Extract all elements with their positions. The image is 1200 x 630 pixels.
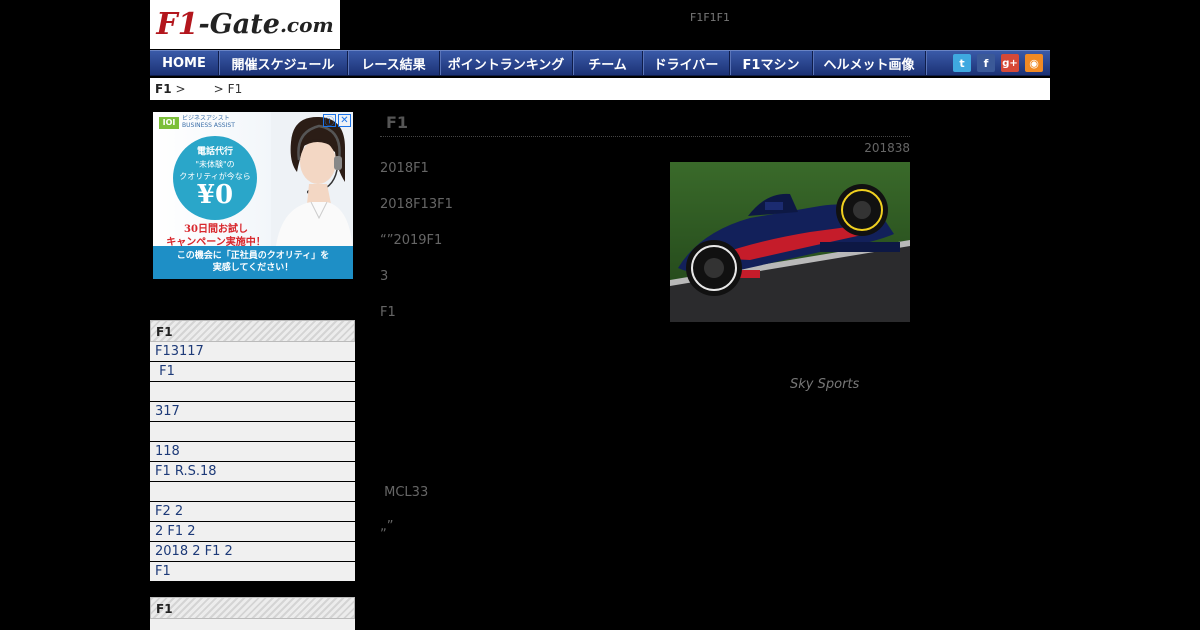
page: F1 -Gate .com F1F1F1 HOME 開催スケジュール レース結果 ポ… <box>0 0 1200 630</box>
sidebar-link[interactable] <box>150 422 355 442</box>
breadcrumb-current: F1 <box>227 82 243 96</box>
nav-home[interactable]: HOME <box>150 51 219 75</box>
breadcrumb-separator: > <box>175 82 186 96</box>
article-paragraph: “”2019F1 <box>380 233 443 248</box>
ad-person-image <box>271 112 353 254</box>
photo-credit: Sky Sports <box>790 377 860 392</box>
sidebar-link[interactable]: 118 <box>150 442 355 462</box>
sidebar-link[interactable]: 317 <box>150 402 355 422</box>
ad-brand: IOI ビジネスアシスト BUSINESS ASSIST <box>159 115 235 129</box>
nav-team[interactable]: チーム <box>573 51 643 75</box>
article-title: F1 <box>380 113 910 137</box>
ad-badge-title: 電話代行 <box>196 147 233 157</box>
sidebar-ad-banner[interactable]: IOI ビジネスアシスト BUSINESS ASSIST 電話代行 "未体験"の… <box>153 112 353 279</box>
site-logo[interactable]: F1 -Gate .com <box>150 0 340 49</box>
ad-close-icon[interactable]: ✕ <box>338 114 351 127</box>
sidebar-link[interactable] <box>150 619 355 630</box>
article-paragraph: F1 <box>380 305 396 320</box>
nav-helmet[interactable]: ヘルメット画像 <box>813 51 926 75</box>
sidebar-link[interactable] <box>150 382 355 402</box>
ad-footer-banner: この機会に「正社員のクオリティ」を 実感してください！ <box>153 246 353 279</box>
sidebar-link[interactable]: 2 F1 2 <box>150 522 355 542</box>
breadcrumb-home[interactable]: F1 <box>155 82 172 96</box>
sidebar-box-title: F1 <box>150 320 355 342</box>
ad-footer-line2: 実感してください！ <box>212 262 294 273</box>
rss-icon[interactable]: ◉ <box>1025 54 1043 72</box>
nav-driver[interactable]: ドライバー <box>643 51 730 75</box>
nav-results[interactable]: レース結果 <box>348 51 440 75</box>
article-paragraph: „” <box>380 519 394 534</box>
header-tagline: F1F1F1 <box>690 11 730 24</box>
article-date: 201838 <box>864 141 910 155</box>
sidebar-link[interactable]: F1 <box>150 562 355 582</box>
nav-machine[interactable]: F1マシン <box>730 51 813 75</box>
nav-ranking[interactable]: ポイントランキング <box>440 51 573 75</box>
sidebar-link[interactable]: F2 2 <box>150 502 355 522</box>
facebook-icon[interactable]: f <box>977 54 995 72</box>
social-links: t f g+ ◉ <box>953 51 1050 75</box>
ad-badge-line2: "未体験"の <box>195 160 235 169</box>
article-paragraph: 2018F1 <box>380 161 429 176</box>
logo-gate: -Gate <box>198 9 280 40</box>
sidebar-link[interactable]: F1 R.S.18 <box>150 462 355 482</box>
ad-footer-line1: この機会に「正社員のクオリティ」を <box>176 250 330 261</box>
nav-schedule[interactable]: 開催スケジュール <box>219 51 348 75</box>
google-plus-icon[interactable]: g+ <box>1001 54 1019 72</box>
ad-brand-line2: BUSINESS ASSIST <box>182 121 235 129</box>
article-paragraph: 2018F13F1 <box>380 197 453 212</box>
twitter-icon[interactable]: t <box>953 54 971 72</box>
sidebar-box-1: F1 F13117 F1 317 118 F1 R.S.18 F2 2 2 F1… <box>150 320 355 582</box>
ad-controls: ⓘ ✕ <box>323 114 351 128</box>
breadcrumb-separator: > <box>213 82 224 96</box>
sidebar-link[interactable] <box>150 482 355 502</box>
sidebar-box-title: F1 <box>150 597 355 619</box>
ad-info-icon[interactable]: ⓘ <box>323 114 336 128</box>
sidebar-link[interactable]: F13117 <box>150 342 355 362</box>
ad-campaign-line1: 30日間お試し <box>184 224 248 235</box>
ad-badge-price: ¥0 <box>196 180 234 210</box>
logo-tld: .com <box>279 12 334 37</box>
article-photo <box>670 162 910 322</box>
sidebar-link[interactable]: F1 <box>150 362 355 382</box>
ad-price-badge: 電話代行 "未体験"の クオリティが今なら ¥0 <box>173 136 257 220</box>
main-nav: HOME 開催スケジュール レース結果 ポイントランキング チーム ドライバー … <box>150 50 1050 76</box>
logo-f1: F1 <box>156 6 199 42</box>
article-paragraph: 3 <box>380 269 389 284</box>
sidebar-link[interactable]: 2018 2 F1 2 <box>150 542 355 562</box>
ad-brand-text: ビジネスアシスト BUSINESS ASSIST <box>182 115 235 129</box>
article-paragraph: MCL33 <box>380 485 429 500</box>
sidebar-box-2: F1 <box>150 597 355 630</box>
breadcrumb: F1 > > F1 <box>150 78 1050 100</box>
ad-brand-logo: IOI <box>159 116 179 129</box>
